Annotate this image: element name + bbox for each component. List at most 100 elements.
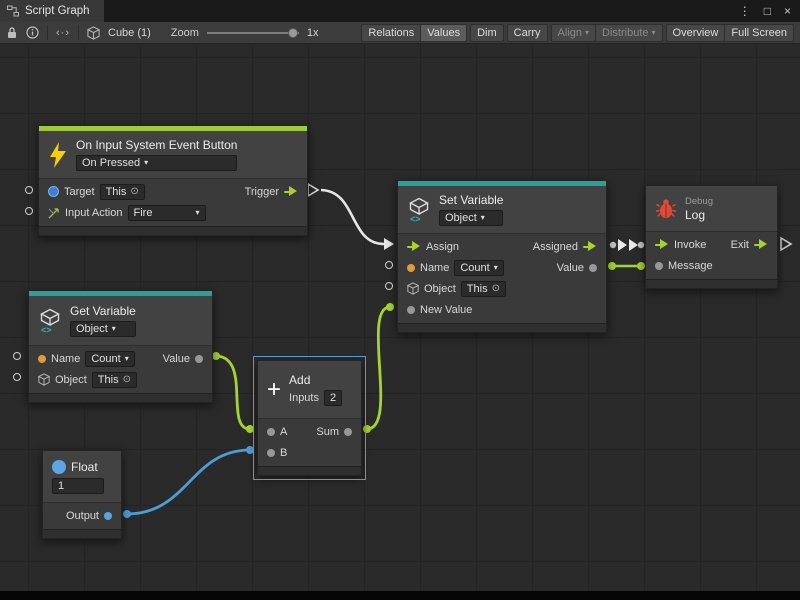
overview-button[interactable]: Overview [666,24,726,42]
new-value-port[interactable] [407,306,415,314]
node-footer [398,323,606,332]
object-picker-icon: ⊙ [130,186,138,197]
node-title: Get Variable [70,304,136,318]
variable-name-dropdown[interactable]: Count ▾ [85,351,134,367]
port-label: Output [66,510,99,522]
port-label: Name [51,353,80,365]
sum-port[interactable] [344,428,352,436]
port-label: Message [668,260,713,272]
port-label: Object [424,283,456,295]
port-label: Value [557,262,584,274]
lock-icon[interactable] [6,26,18,39]
variable-icon: <> [407,197,431,223]
node-debug-log[interactable]: Debug Log Invoke Exit Message [645,185,778,289]
node-footer [646,279,777,288]
port-circle[interactable] [25,207,33,215]
zoom-slider[interactable] [207,26,299,40]
output-row: Output [43,505,121,526]
invoke-row: Invoke Exit [646,234,777,255]
code-icon[interactable]: ‹·› [56,27,70,39]
target-object-chip[interactable]: This ⊙ [100,184,145,200]
maximize-icon[interactable]: □ [764,4,771,18]
port-label: Exit [731,239,749,251]
align-button[interactable]: Align▾ [551,24,596,42]
caret-icon: ▾ [195,209,199,217]
invoke-port[interactable] [655,239,669,251]
input-action-dropdown[interactable]: Fire ▾ [128,205,206,221]
trigger-port[interactable] [284,186,298,198]
port-label: Object [55,374,87,386]
caret-icon: ▾ [112,325,116,333]
port-label: Input Action [65,207,123,219]
value-port[interactable] [195,355,203,363]
object-chip[interactable]: This ⊙ [92,372,137,388]
port-circle[interactable] [25,186,33,194]
svg-text:<>: <> [410,214,421,223]
output-port[interactable] [104,512,112,520]
carry-button[interactable]: Carry [507,24,548,42]
close-icon[interactable]: × [784,4,791,18]
zoom-label: Zoom [171,27,199,39]
assign-row: Assign Assigned [398,236,606,257]
port-circle[interactable] [13,352,21,360]
message-port[interactable] [655,262,663,270]
object-picker-icon: ⊙ [123,374,131,385]
dim-button[interactable]: Dim [470,24,504,42]
node-float[interactable]: Float 1 Output [42,450,122,539]
port-label: Target [64,186,95,198]
relations-button[interactable]: Relations [361,24,421,42]
port-label: Invoke [674,239,706,251]
inputs-count-field[interactable]: 2 [324,390,342,406]
toolbar-target[interactable]: Cube (1) [108,27,151,39]
float-value-field[interactable]: 1 [52,478,104,494]
wire-trigger-to-assign [308,184,394,250]
assign-port[interactable] [407,241,421,253]
zoom-slider-handle[interactable] [288,28,298,38]
assigned-port[interactable] [583,241,597,253]
menu-icon[interactable]: ⋮ [739,4,751,18]
exit-port[interactable] [754,239,768,251]
port-circle[interactable] [385,282,393,290]
wire-sum-to-newvalue [363,303,394,433]
node-get-variable[interactable]: <> Get Variable Object ▾ Name Count [28,290,213,403]
variable-name-dropdown[interactable]: Count ▾ [454,260,503,276]
value-port[interactable] [589,264,597,272]
b-port[interactable] [267,449,275,457]
node-set-variable[interactable]: <> Set Variable Object ▾ Assign Assigned [397,180,607,333]
node-footer [39,226,307,235]
port-circle[interactable] [385,261,393,269]
fullscreen-button[interactable]: Full Screen [724,24,794,42]
node-footer [43,529,121,538]
info-icon[interactable] [26,26,39,39]
variable-kind-dropdown[interactable]: Object ▾ [439,210,503,226]
graph-canvas[interactable]: On Input System Event Button On Pressed … [0,44,800,591]
event-state-dropdown[interactable]: On Pressed ▾ [76,155,237,171]
cube-icon [87,26,100,40]
node-on-input-system-event-button[interactable]: On Input System Event Button On Pressed … [38,125,308,236]
new-value-row: New Value [398,299,606,320]
port-label: Trigger [245,186,279,198]
name-port[interactable] [407,264,415,272]
caret-icon: ▾ [125,355,129,363]
name-port[interactable] [38,355,46,363]
zoom-value: 1x [307,27,319,39]
tab-script-graph[interactable]: Script Graph [0,0,104,22]
distribute-button[interactable]: Distribute▾ [595,24,662,42]
variable-icon: <> [38,308,62,334]
graph-toolbar: ‹·› Cube (1) Zoom 1x Relations Values Di… [0,22,800,44]
variable-kind-dropdown[interactable]: Object ▾ [70,321,136,337]
gameobject-icon [48,186,59,197]
port-label: New Value [420,304,472,316]
a-port[interactable] [267,428,275,436]
toolbar-buttons: Relations Values Dim Carry Align▾ Distri… [358,24,794,42]
port-circle[interactable] [13,373,21,381]
node-title: Float [71,460,98,474]
values-button[interactable]: Values [420,24,467,42]
port-label: Assign [426,241,459,253]
caret-icon: ▾ [144,159,148,167]
node-footer [29,393,212,402]
a-sum-row: A Sum [258,421,361,442]
object-chip[interactable]: This ⊙ [461,281,506,297]
node-add[interactable]: + Add Inputs 2 A Sum [257,360,362,476]
node-category: Debug [685,196,713,207]
